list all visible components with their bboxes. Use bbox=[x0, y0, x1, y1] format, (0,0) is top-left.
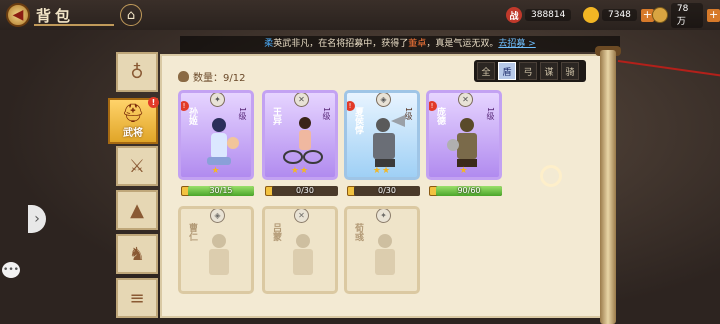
top-bar: ◀ 背包 ⌂ 战 388814 7348 + 78万 + bbox=[0, 0, 720, 30]
hero-card-sunji[interactable]: ✦ ! 孙姬 1级 ★ bbox=[178, 90, 254, 180]
hero-stars: ★★ bbox=[290, 166, 310, 176]
hero-card-lvmeng[interactable]: ✕ 吕蒙 bbox=[262, 206, 338, 294]
hero-name: 王异 bbox=[271, 107, 281, 125]
staff-icon: ✦ bbox=[376, 209, 391, 223]
add-coin-button[interactable]: + bbox=[707, 8, 720, 22]
hero-stars: ★★ bbox=[372, 166, 392, 176]
hero-card-caoren[interactable]: ◈ 曹仁 bbox=[178, 206, 254, 294]
all-filter-icon[interactable]: 全 bbox=[477, 62, 495, 80]
ticker-text: 英武非凡，在名将招募中，获得了 bbox=[273, 39, 409, 49]
shield-icon: ◈ bbox=[210, 209, 225, 223]
recruit-link[interactable]: 去招募 > bbox=[498, 39, 535, 49]
strategist-filter-icon[interactable]: 谋 bbox=[540, 62, 558, 80]
resource-battle-power: 战 388814 bbox=[506, 7, 572, 23]
progress-text: 0/30 bbox=[378, 186, 396, 195]
resource-gold: 7348 + bbox=[583, 7, 654, 23]
ticker-prefix: 柔 bbox=[264, 39, 274, 49]
general-tab-label: 武将 bbox=[123, 128, 143, 139]
staff-icon: ✦ bbox=[210, 93, 225, 107]
armor-icon: ▲ bbox=[130, 199, 144, 221]
coin-icon bbox=[652, 7, 668, 23]
ticker-text-end: ，真是气运无双。 bbox=[426, 39, 499, 49]
shield-filter-icon[interactable]: 盾 bbox=[498, 62, 516, 80]
hero-name: 孙姬 bbox=[187, 107, 197, 125]
scroll-rod bbox=[600, 50, 616, 324]
hero-portrait bbox=[209, 234, 229, 275]
sword-icon: ✕ bbox=[294, 209, 309, 223]
bow-filter-icon[interactable]: 弓 bbox=[519, 62, 537, 80]
hero-card-xunyu[interactable]: ✦ 荀彧 bbox=[344, 206, 420, 294]
helmet-icon: ⛑ bbox=[121, 103, 145, 124]
hero-stars: ★ bbox=[211, 166, 221, 176]
hero-portrait bbox=[283, 117, 323, 164]
home-icon[interactable]: ⌂ bbox=[120, 4, 142, 26]
progress-text: 90/60 bbox=[457, 186, 481, 195]
sword-icon: ✕ bbox=[294, 93, 309, 107]
hero-portrait bbox=[207, 118, 239, 165]
inventory-count-label: 数量：9/12 bbox=[193, 73, 246, 84]
progress-text: 0/30 bbox=[296, 186, 314, 195]
title-underline bbox=[34, 24, 114, 26]
horse-icon: ♞ bbox=[128, 243, 146, 265]
hero-name: 吕蒙 bbox=[271, 223, 281, 241]
battle-power-value: 388814 bbox=[525, 9, 572, 21]
misc-tab[interactable]: ≡ bbox=[116, 278, 158, 318]
hero-card-pangde[interactable]: ✕ ! 庞德 1级 ★ bbox=[426, 90, 502, 180]
bag-tab[interactable]: ♁ bbox=[116, 52, 158, 92]
progress-text: 30/15 bbox=[209, 186, 233, 195]
hero-portrait bbox=[293, 234, 313, 275]
pouch-icon: ♁ bbox=[130, 61, 144, 83]
sword-icon: ⚔ bbox=[128, 155, 146, 177]
gold-value: 7348 bbox=[602, 9, 637, 21]
hero-stars: ★ bbox=[459, 166, 469, 176]
class-filter-bar: 全 盾 弓 谋 骑 bbox=[474, 60, 586, 82]
coin-value: 78万 bbox=[670, 2, 704, 28]
hero-portrait bbox=[375, 234, 395, 275]
hero-name: 荀彧 bbox=[353, 223, 363, 241]
announcement-ticker: 柔英武非凡，在名将招募中，获得了董卓，真是气运无双。去招募 > bbox=[180, 36, 620, 52]
shard-progress-bar: 30/15 bbox=[188, 186, 254, 196]
resource-coin: 78万 + bbox=[652, 2, 720, 28]
hero-name: 庞德 bbox=[435, 107, 445, 125]
hero-portrait bbox=[373, 115, 405, 167]
mount-tab[interactable]: ♞ bbox=[116, 234, 158, 274]
battle-power-icon: 战 bbox=[506, 7, 522, 23]
hero-card-wangyi[interactable]: ✕ 王异 1级 ★★ bbox=[262, 90, 338, 180]
hero-name: 曹仁 bbox=[187, 223, 197, 241]
hero-portrait bbox=[447, 118, 477, 167]
shard-progress-bar: 90/60 bbox=[436, 186, 502, 196]
inventory-count: 数量：9/12 bbox=[178, 69, 245, 84]
general-tab[interactable]: ⛑ 武将 ! bbox=[108, 97, 159, 144]
general-tab-badge: ! bbox=[148, 97, 159, 108]
weapon-tab[interactable]: ⚔ bbox=[116, 146, 158, 186]
page-title: 背包 bbox=[36, 7, 75, 25]
cavalry-filter-icon[interactable]: 骑 bbox=[561, 62, 579, 80]
ticker-highlight: 董卓 bbox=[408, 39, 427, 49]
chat-bubble-icon[interactable]: ••• bbox=[2, 262, 20, 278]
bag-icon bbox=[178, 71, 189, 82]
shield-icon: ◈ bbox=[376, 93, 391, 107]
hero-card-xiahoudun[interactable]: ◈ ! 夏侯惇 1级 ★★ bbox=[344, 90, 420, 180]
shard-progress-bar: 0/30 bbox=[272, 186, 338, 196]
gold-ingot-icon bbox=[583, 7, 599, 23]
shard-progress-bar: 0/30 bbox=[354, 186, 420, 196]
scroll-icon: ≡ bbox=[129, 287, 145, 309]
tap-indicator bbox=[540, 165, 562, 187]
sword-icon: ✕ bbox=[458, 93, 473, 107]
armor-tab[interactable]: ▲ bbox=[116, 190, 158, 230]
category-sidebar: ♁ ⛑ 武将 ! ⚔ ▲ ♞ ≡ bbox=[108, 46, 160, 324]
hero-name: 夏侯惇 bbox=[353, 107, 363, 134]
back-arrow-icon[interactable]: ◀ bbox=[6, 3, 30, 27]
